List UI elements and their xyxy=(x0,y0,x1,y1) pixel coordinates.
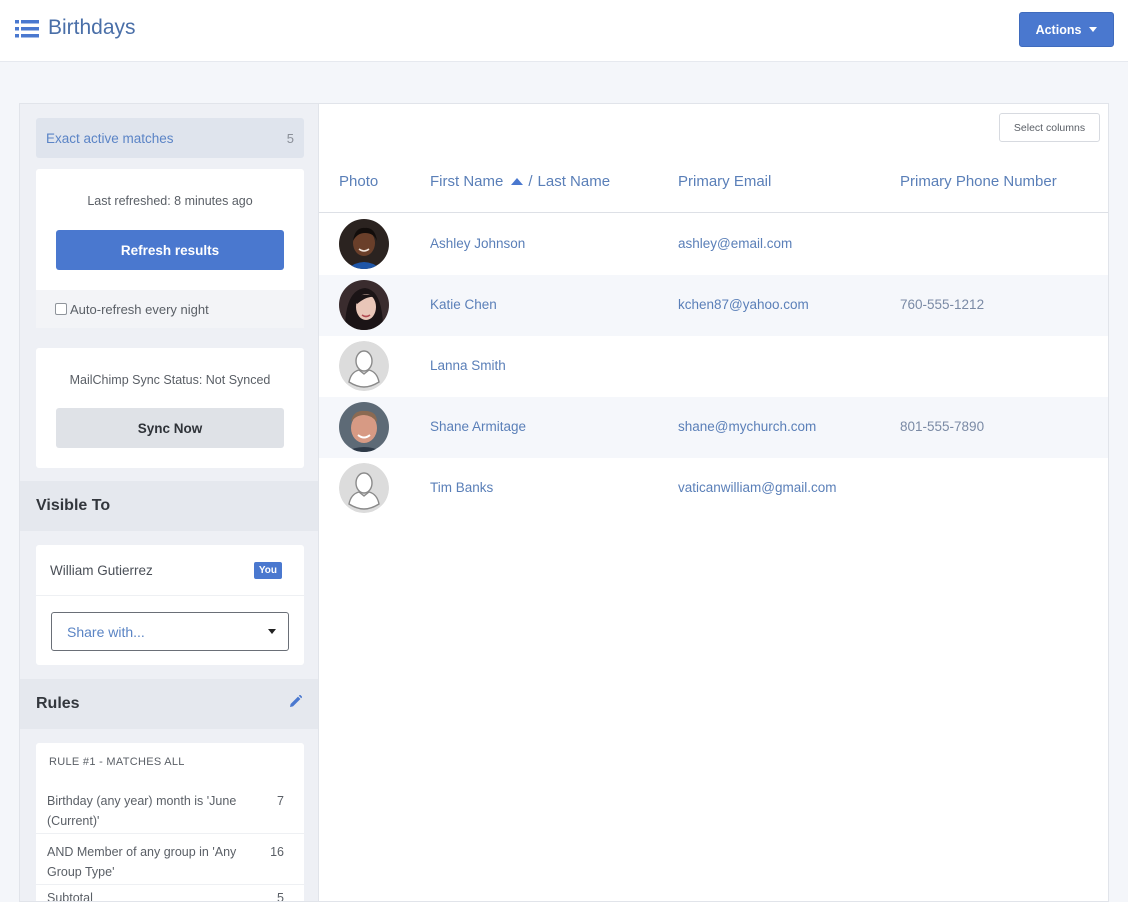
person-email[interactable]: shane@mychurch.com xyxy=(678,419,816,434)
table-row[interactable]: Ashley Johnson ashley@email.com xyxy=(319,214,1108,275)
pencil-icon[interactable] xyxy=(289,694,303,713)
auto-refresh-row: Auto-refresh every night xyxy=(36,290,304,328)
table-header: Photo First Name / Last Name Primary Ema… xyxy=(319,159,1108,213)
subtotal-row: Subtotal 5 xyxy=(36,891,304,902)
you-badge: You xyxy=(253,561,282,579)
table-row[interactable]: Tim Banks vaticanwilliam@gmail.com xyxy=(319,458,1108,519)
rule-text: Birthday (any year) month is 'June (Curr… xyxy=(47,794,237,828)
caret-down-icon xyxy=(1089,27,1098,32)
rule-text: AND Member of any group in 'Any Group Ty… xyxy=(47,845,237,879)
actions-label: Actions xyxy=(1035,22,1082,37)
select-columns-button[interactable]: Select columns xyxy=(999,113,1100,142)
rule-count: 7 xyxy=(277,794,284,808)
mailchimp-sync-card: MailChimp Sync Status: Not Synced Sync N… xyxy=(36,348,304,468)
sync-now-button[interactable]: Sync Now xyxy=(56,408,284,448)
last-refreshed-text: Last refreshed: 8 minutes ago xyxy=(87,194,253,208)
person-name[interactable]: Tim Banks xyxy=(430,480,493,495)
mailchimp-sync-status: MailChimp Sync Status: Not Synced xyxy=(69,373,271,387)
share-with-select[interactable]: Share with... xyxy=(51,612,289,651)
person-email[interactable]: ashley@email.com xyxy=(678,236,792,251)
refresh-card: Last refreshed: 8 minutes ago Refresh re… xyxy=(36,169,304,328)
visible-to-header: Visible To xyxy=(20,481,318,531)
matches-count: 5 xyxy=(286,130,294,146)
person-name[interactable]: Katie Chen xyxy=(430,297,497,312)
column-header-name: First Name / Last Name xyxy=(430,173,610,190)
header-separator: / xyxy=(528,173,533,190)
refresh-results-button[interactable]: Refresh results xyxy=(56,230,284,270)
sort-ascending-icon[interactable] xyxy=(511,178,524,185)
share-placeholder: Share with... xyxy=(67,623,145,640)
person-email[interactable]: vaticanwilliam@gmail.com xyxy=(678,480,837,495)
auto-refresh-checkbox[interactable] xyxy=(55,303,67,315)
visible-user-name: William Gutierrez xyxy=(50,562,153,578)
person-name[interactable]: Shane Armitage xyxy=(430,419,526,434)
page-title: Birthdays xyxy=(48,16,136,39)
results-panel: Select columns Photo First Name / Last N… xyxy=(319,103,1109,902)
visible-to-title: Visible To xyxy=(36,497,111,514)
top-bar: Birthdays Actions xyxy=(0,0,1128,62)
person-email[interactable]: kchen87@yahoo.com xyxy=(678,297,809,312)
avatar[interactable] xyxy=(339,402,389,452)
sidebar: Exact active matches 5 Last refreshed: 8… xyxy=(19,103,319,902)
avatar[interactable] xyxy=(339,280,389,330)
column-header-email[interactable]: Primary Email xyxy=(678,173,771,190)
avatar[interactable] xyxy=(339,219,389,269)
subtotal-label: Subtotal xyxy=(47,891,93,902)
rules-card: RULE #1 - MATCHES ALL Birthday (any year… xyxy=(36,743,304,902)
rule-count: 16 xyxy=(270,845,284,859)
column-header-photo: Photo xyxy=(339,173,379,190)
person-name[interactable]: Ashley Johnson xyxy=(430,236,525,251)
person-phone[interactable]: 760-555-1212 xyxy=(900,297,984,312)
auto-refresh-label[interactable]: Auto-refresh every night xyxy=(70,302,209,317)
list-menu-icon[interactable] xyxy=(15,19,39,39)
rule-condition: Birthday (any year) month is 'June (Curr… xyxy=(36,783,304,834)
sort-first-name[interactable]: First Name xyxy=(430,173,503,190)
rule-heading: RULE #1 - MATCHES ALL xyxy=(49,756,185,768)
avatar-placeholder[interactable] xyxy=(339,463,389,513)
table-row[interactable]: Lanna Smith xyxy=(319,336,1108,397)
rules-title: Rules xyxy=(36,695,80,712)
table-row[interactable]: Shane Armitage shane@mychurch.com 801-55… xyxy=(319,397,1108,458)
rule-condition: AND Member of any group in 'Any Group Ty… xyxy=(36,834,304,885)
visible-user-row: William Gutierrez You xyxy=(36,545,304,596)
table-row[interactable]: Katie Chen kchen87@yahoo.com 760-555-121… xyxy=(319,275,1108,336)
subtotal-count: 5 xyxy=(277,891,284,902)
actions-button[interactable]: Actions xyxy=(1019,12,1114,47)
avatar-placeholder[interactable] xyxy=(339,341,389,391)
visible-to-card: William Gutierrez You Share with... xyxy=(36,545,304,665)
chevron-down-icon xyxy=(268,629,276,634)
person-phone[interactable]: 801-555-7890 xyxy=(900,419,984,434)
matches-label: Exact active matches xyxy=(46,130,174,146)
sort-last-name[interactable]: Last Name xyxy=(538,173,611,190)
column-header-phone[interactable]: Primary Phone Number xyxy=(900,173,1057,190)
exact-matches-item[interactable]: Exact active matches 5 xyxy=(36,118,304,158)
rules-header: Rules xyxy=(20,679,318,729)
person-name[interactable]: Lanna Smith xyxy=(430,358,506,373)
